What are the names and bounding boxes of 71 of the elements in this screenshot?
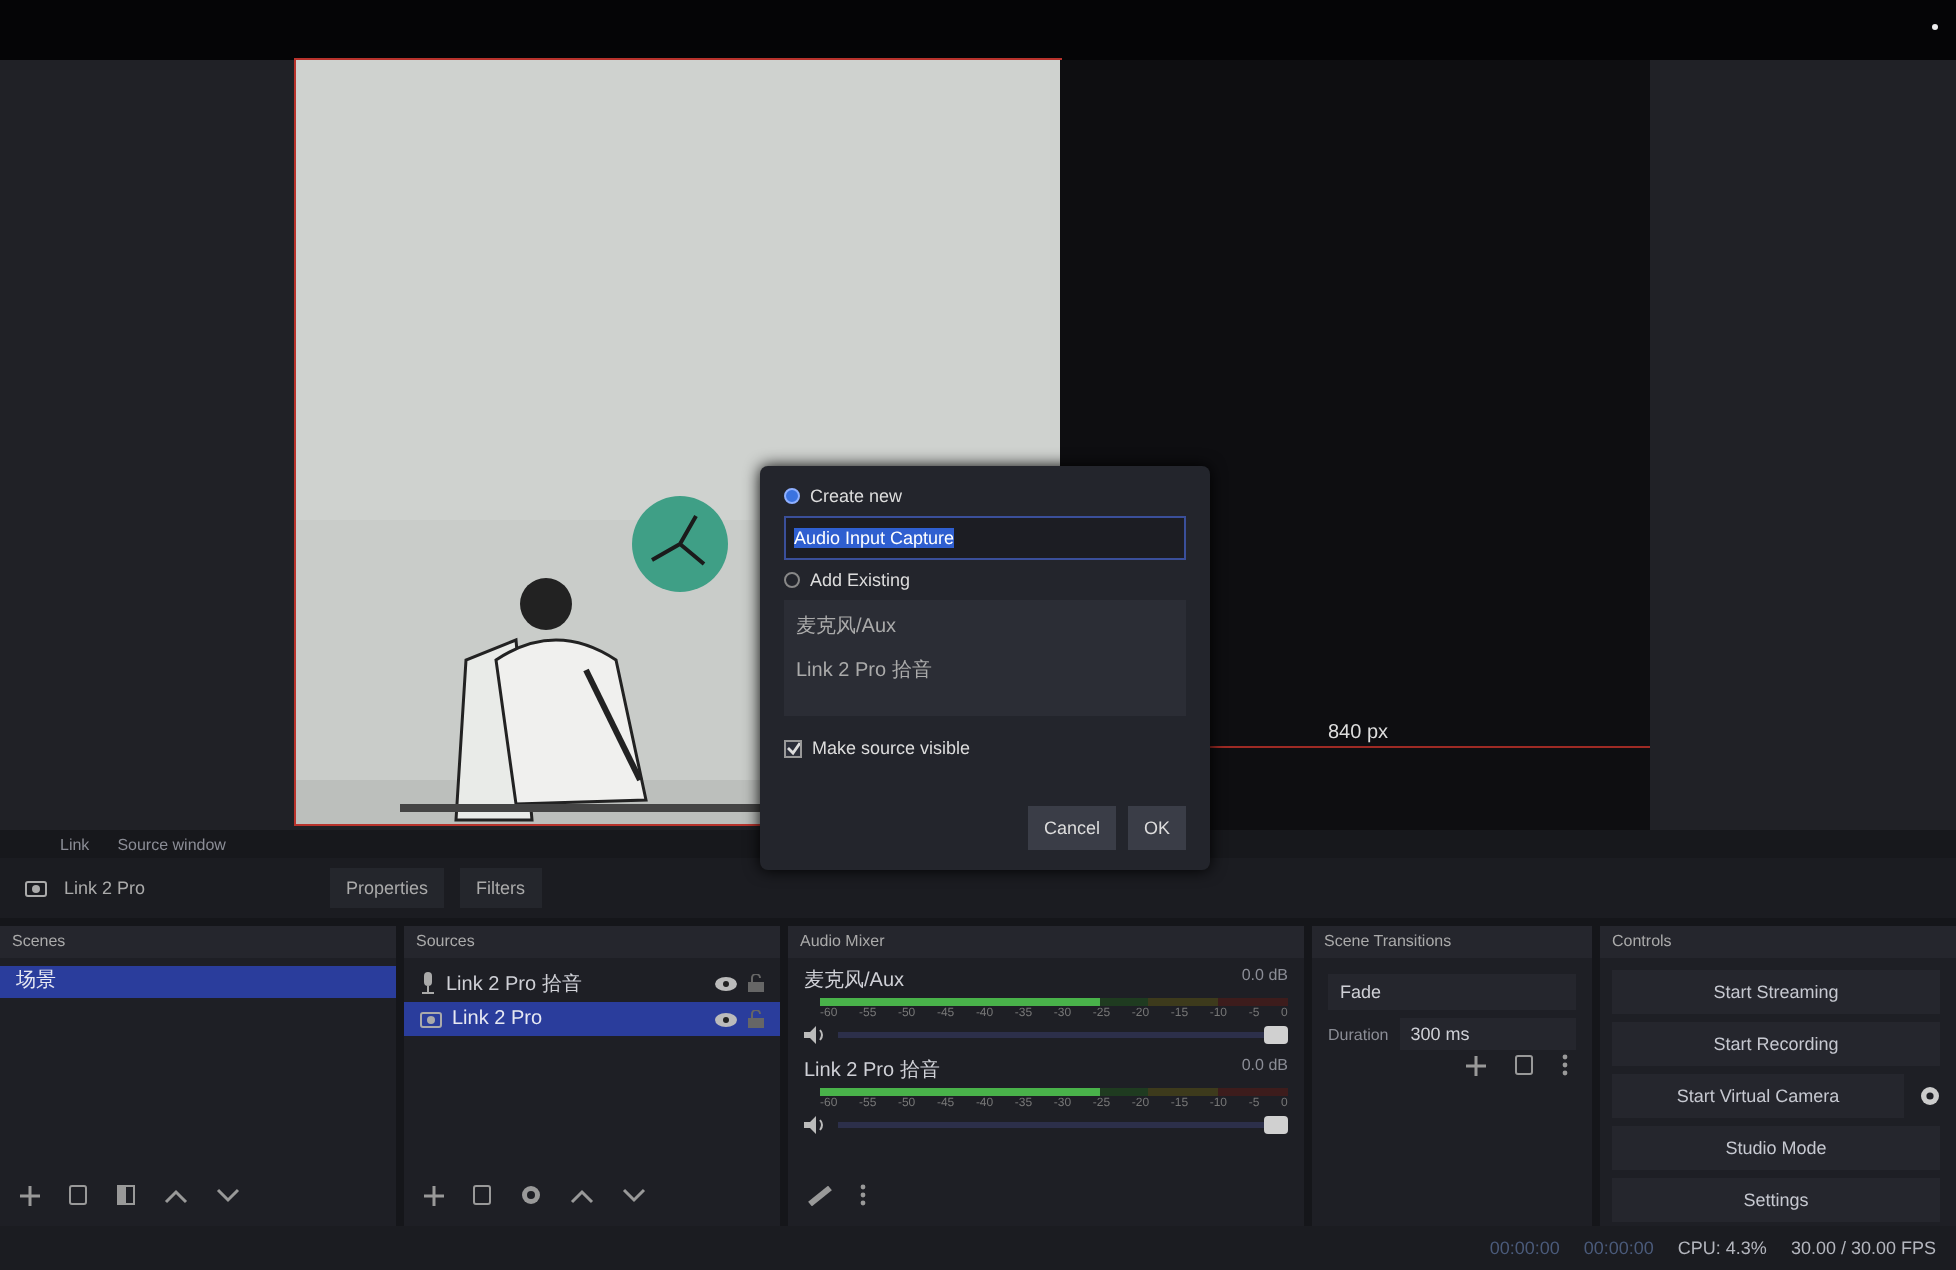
volume-slider[interactable]	[838, 1026, 1288, 1044]
transition-dropdown[interactable]: Fade	[1328, 974, 1576, 1010]
context-button[interactable]: Filters	[460, 868, 542, 908]
radio-label: Create new	[810, 486, 903, 506]
volume-slider[interactable]	[838, 1116, 1288, 1134]
toolbar-label: Source window	[117, 835, 226, 853]
checkbox[interactable]	[784, 739, 802, 757]
existing-source[interactable]: Link 2 Pro 拾音	[796, 656, 1174, 684]
status-text: CPU: 4.3%	[1677, 1238, 1767, 1258]
channel-reading: 0.0 dB	[1241, 1056, 1288, 1078]
measurement-label: 840 px	[1328, 722, 1389, 744]
dock-title: Sources	[404, 926, 780, 958]
duration-field[interactable]: 300 ms	[1400, 1018, 1576, 1050]
speaker-icon[interactable]	[804, 1026, 826, 1044]
camera-icon	[420, 1010, 442, 1028]
more-icon[interactable]	[1562, 1054, 1568, 1076]
channel-name: 麦克风/Aux	[804, 967, 905, 994]
context-button[interactable]: Properties	[330, 868, 445, 908]
add-icon[interactable]	[20, 1185, 40, 1205]
add-icon[interactable]	[1466, 1055, 1486, 1075]
toolbar-label: Link	[60, 835, 90, 853]
duration-label: Duration	[1328, 1025, 1389, 1043]
down-icon[interactable]	[216, 1187, 240, 1203]
control-button[interactable]: Start Virtual Camera	[1612, 1074, 1904, 1118]
control-button[interactable]: Start Streaming	[1612, 970, 1940, 1014]
dock-title: Scenes	[0, 926, 396, 958]
dialog-button[interactable]: OK	[1127, 806, 1186, 850]
source-label: Link 2 Pro 拾音	[446, 971, 584, 997]
radio-button[interactable]	[784, 488, 800, 504]
dock-title: Controls	[1600, 926, 1956, 958]
status-text: 00:00:00	[1489, 1238, 1560, 1258]
up-icon[interactable]	[570, 1187, 594, 1203]
source-label: Link 2 Pro	[452, 1008, 545, 1030]
channel-reading: 0.0 dB	[1241, 966, 1288, 988]
trash-icon[interactable]	[68, 1184, 88, 1206]
speaker-icon[interactable]	[804, 1116, 826, 1134]
status-text: 00:00:00	[1583, 1238, 1654, 1258]
radio-button[interactable]	[784, 572, 800, 588]
trash-icon[interactable]	[1514, 1054, 1534, 1076]
checkbox-label: Make source visible	[812, 738, 971, 758]
lock-icon[interactable]	[748, 974, 764, 992]
volume-handle[interactable]	[1264, 1116, 1288, 1134]
scene-item[interactable]: 场景	[0, 966, 396, 998]
microphone-icon	[420, 972, 436, 994]
filter-icon[interactable]	[116, 1184, 136, 1206]
camera-icon	[24, 878, 48, 898]
volume-handle[interactable]	[1264, 1026, 1288, 1044]
channel-name: Link 2 Pro 拾音	[804, 1057, 940, 1084]
source-name: Link 2 Pro	[64, 878, 148, 898]
dock-title: Scene Transitions	[1312, 926, 1592, 958]
add-icon[interactable]	[424, 1185, 444, 1205]
trash-icon[interactable]	[472, 1184, 492, 1206]
name-field[interactable]: Audio Input Capture	[784, 516, 1186, 560]
control-button[interactable]: Settings	[1612, 1178, 1940, 1222]
status-text: 30.00 / 30.00 FPS	[1790, 1238, 1936, 1258]
eye-icon[interactable]	[714, 975, 738, 991]
window-dot	[1932, 24, 1938, 30]
radio-label: Add Existing	[810, 570, 911, 590]
settings-icon[interactable]	[520, 1184, 542, 1206]
down-icon[interactable]	[622, 1187, 646, 1203]
dock-title: Audio Mixer	[788, 926, 1304, 958]
up-icon[interactable]	[164, 1187, 188, 1203]
source-item[interactable]: Link 2 Pro 拾音	[404, 966, 780, 1000]
control-button[interactable]: Studio Mode	[1612, 1126, 1940, 1170]
settings-icon[interactable]	[1920, 1086, 1940, 1106]
existing-source[interactable]: 麦克风/Aux	[796, 612, 1174, 640]
dialog-button[interactable]: Cancel	[1027, 806, 1116, 850]
eye-icon[interactable]	[714, 1011, 738, 1027]
more-icon[interactable]	[860, 1184, 866, 1206]
control-button[interactable]: Start Recording	[1612, 1022, 1940, 1066]
source-item[interactable]: Link 2 Pro	[404, 1002, 780, 1036]
